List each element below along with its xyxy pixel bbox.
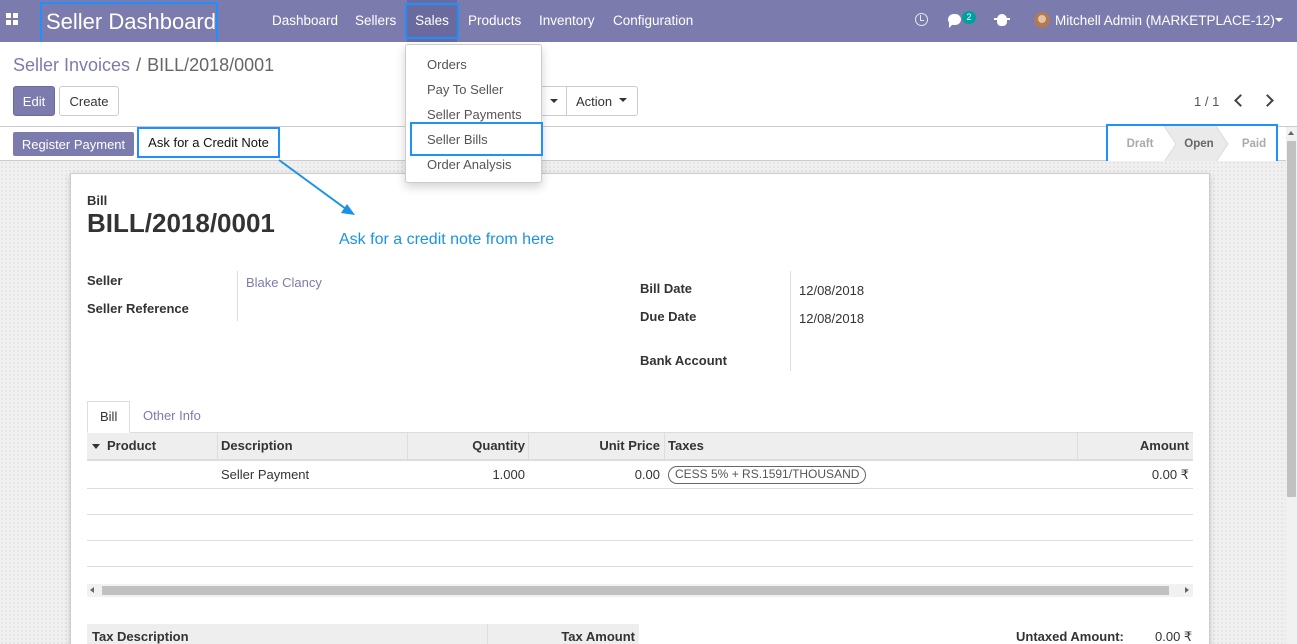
line-unit-price[interactable]: 0.00 [528, 467, 660, 482]
avatar[interactable] [1034, 12, 1050, 28]
column-divider [664, 433, 665, 459]
due-date-value: 12/08/2018 [799, 311, 865, 326]
annotation-text: Ask for a credit note from here [339, 231, 555, 248]
scrollbar-thumb[interactable] [1287, 141, 1296, 497]
status-steps: Draft Open Paid [1106, 124, 1278, 164]
breadcrumb-parent[interactable]: Seller Invoices [13, 55, 130, 75]
horizontal-scrollbar[interactable] [87, 584, 1193, 597]
chevron-left-icon[interactable] [1232, 93, 1246, 107]
status-paid[interactable]: Paid [1228, 126, 1280, 162]
edit-button[interactable]: Edit [13, 86, 55, 116]
seller-bills-highlight-box [410, 122, 543, 156]
dropdown-item-pay-to-seller[interactable]: Pay To Seller [427, 82, 503, 97]
action-button[interactable]: Action [566, 86, 638, 116]
menu-dashboard[interactable]: Dashboard [272, 0, 338, 42]
dropdown-item-orders[interactable]: Orders [427, 57, 467, 72]
scroll-right-icon[interactable] [1185, 587, 1189, 593]
column-product[interactable]: Product [107, 433, 156, 459]
caret-down-icon[interactable] [92, 444, 100, 449]
apps-grid-icon[interactable] [6, 13, 20, 27]
column-divider [217, 433, 218, 459]
tab-other-info[interactable]: Other Info [131, 401, 213, 433]
bank-account-label: Bank Account [640, 353, 727, 368]
seller-label: Seller [87, 273, 123, 288]
tax-table-header: Tax Description Tax Amount [87, 624, 639, 644]
row-divider [87, 540, 1193, 541]
vertical-scrollbar[interactable] [1286, 127, 1297, 644]
untaxed-amount-label: Untaxed Amount: [1016, 629, 1124, 644]
credit-note-button[interactable]: Ask for a Credit Note [137, 127, 280, 158]
column-tax-amount: Tax Amount [561, 629, 635, 644]
due-date-label: Due Date [640, 309, 697, 324]
tax-badge[interactable]: CESS 5% + RS.1591/THOUSAND [668, 466, 867, 484]
chevron-down-icon [1275, 18, 1283, 22]
breadcrumb: Seller Invoices / BILL/2018/0001 [13, 55, 274, 76]
menu-products[interactable]: Products [468, 0, 521, 42]
untaxed-amount-value: 0.00 ₹ [1155, 629, 1193, 644]
status-open[interactable]: Open [1174, 126, 1224, 162]
column-quantity[interactable]: Quantity [407, 433, 525, 459]
line-description[interactable]: Seller Payment [221, 467, 309, 482]
clock-icon[interactable] [915, 13, 928, 26]
pager-value: 1 / 1 [1194, 94, 1220, 109]
statusbar: Register Payment Ask for a Credit Note D… [0, 124, 1297, 164]
print-dropdown-button[interactable] [540, 86, 567, 116]
document-type-label: Bill [87, 193, 108, 208]
create-button[interactable]: Create [59, 86, 119, 116]
menu-configuration[interactable]: Configuration [613, 0, 693, 42]
status-draft[interactable]: Draft [1116, 126, 1164, 162]
top-navbar: Seller Dashboard Dashboard Sellers Sales… [0, 0, 1297, 44]
lines-table-header: Product Description Quantity Unit Price … [87, 433, 1193, 461]
seller-value[interactable]: Blake Clancy [246, 275, 322, 290]
dropdown-item-seller-payments[interactable]: Seller Payments [427, 107, 522, 122]
breadcrumb-separator: / [136, 55, 142, 75]
row-divider [87, 514, 1193, 515]
sales-dropdown-menu: Orders Pay To Seller Seller Payments Sel… [405, 44, 543, 183]
column-tax-description: Tax Description [92, 629, 189, 644]
column-amount[interactable]: Amount [1077, 433, 1189, 459]
line-quantity[interactable]: 1.000 [407, 467, 525, 482]
caret-down-icon [619, 98, 627, 102]
chevron-right-icon[interactable] [1261, 93, 1275, 107]
seller-reference-label: Seller Reference [87, 301, 189, 316]
user-menu[interactable]: Mitchell Admin (MARKETPLACE-12) [1055, 0, 1275, 42]
dropdown-item-order-analysis[interactable]: Order Analysis [427, 157, 512, 172]
control-panel: Seller Invoices / BILL/2018/0001 Edit Crea… [0, 42, 1297, 127]
sales-highlight-box [405, 3, 459, 39]
register-payment-button[interactable]: Register Payment [13, 132, 134, 156]
document-number: BILL/2018/0001 [87, 208, 275, 238]
form-sheet [70, 173, 1210, 644]
breadcrumb-current: BILL/2018/0001 [147, 55, 275, 75]
scroll-up-icon[interactable] [1288, 131, 1294, 135]
caret-down-icon [550, 99, 558, 103]
row-divider [87, 566, 1193, 567]
scrollbar-thumb[interactable] [102, 586, 1169, 595]
column-description[interactable]: Description [221, 433, 293, 459]
menu-inventory[interactable]: Inventory [539, 0, 595, 42]
bill-date-label: Bill Date [640, 281, 693, 296]
bill-date-value: 12/08/2018 [799, 283, 865, 298]
chat-icon[interactable] [948, 14, 961, 28]
action-label: Action [576, 93, 613, 109]
field-divider [790, 271, 791, 371]
column-unit-price[interactable]: Unit Price [528, 433, 660, 459]
field-divider [237, 271, 238, 321]
brand-title[interactable]: Seller Dashboard [40, 2, 218, 44]
menu-sellers[interactable]: Sellers [355, 0, 396, 42]
row-divider [87, 488, 1193, 489]
bug-icon[interactable] [994, 14, 1010, 26]
line-amount[interactable]: 0.00 ₹ [1077, 467, 1189, 483]
column-taxes[interactable]: Taxes [668, 433, 704, 459]
chat-count-badge: 2 [962, 11, 976, 24]
tab-bill[interactable]: Bill [87, 401, 131, 433]
scroll-left-icon[interactable] [90, 587, 94, 593]
